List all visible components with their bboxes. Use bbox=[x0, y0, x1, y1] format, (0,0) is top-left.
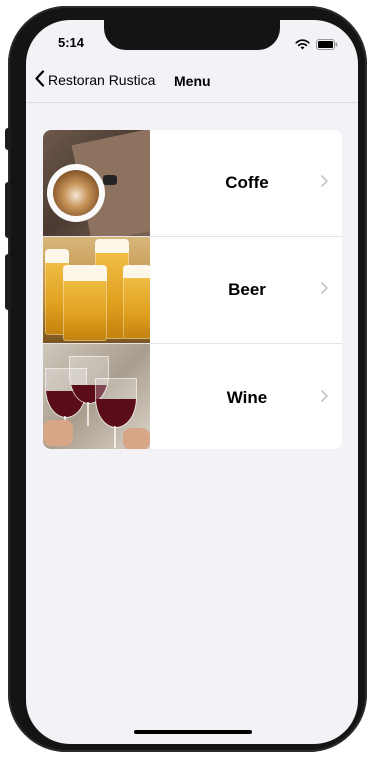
chevron-right-icon bbox=[321, 174, 328, 192]
volume-up-button bbox=[5, 182, 11, 238]
menu-item-coffe[interactable]: Coffe bbox=[43, 130, 342, 237]
chevron-left-icon bbox=[34, 70, 45, 90]
wifi-icon bbox=[295, 37, 310, 55]
status-time: 5:14 bbox=[58, 35, 85, 50]
red-wine-glasses-image bbox=[43, 344, 150, 449]
battery-icon bbox=[316, 37, 338, 55]
volume-down-button bbox=[5, 254, 11, 310]
status-bar: 5:14 bbox=[26, 20, 358, 64]
menu-item-label: Wine bbox=[226, 387, 268, 407]
back-button[interactable]: Restoran Rustica bbox=[34, 70, 155, 90]
status-icons bbox=[295, 37, 338, 55]
menu-list: Coffe Beer Wine bbox=[43, 130, 342, 449]
coffee-latte-image bbox=[43, 130, 150, 236]
home-indicator[interactable] bbox=[134, 730, 252, 734]
menu-item-wine[interactable]: Wine bbox=[43, 344, 342, 449]
menu-item-beer[interactable]: Beer bbox=[43, 237, 342, 344]
navigation-bar: Restoran Rustica Menu bbox=[26, 66, 358, 103]
menu-item-label: Coffe bbox=[225, 173, 269, 192]
screen: 5:14 Restoran Rustica Menu Coffe Beer Wi… bbox=[26, 20, 358, 744]
menu-item-label: Beer bbox=[228, 280, 266, 299]
chevron-right-icon bbox=[321, 389, 328, 407]
beer-mugs-image bbox=[43, 237, 150, 343]
back-button-label: Restoran Rustica bbox=[48, 72, 156, 88]
page-title: Menu bbox=[174, 73, 211, 89]
mute-switch bbox=[5, 128, 11, 150]
chevron-right-icon bbox=[321, 281, 328, 299]
